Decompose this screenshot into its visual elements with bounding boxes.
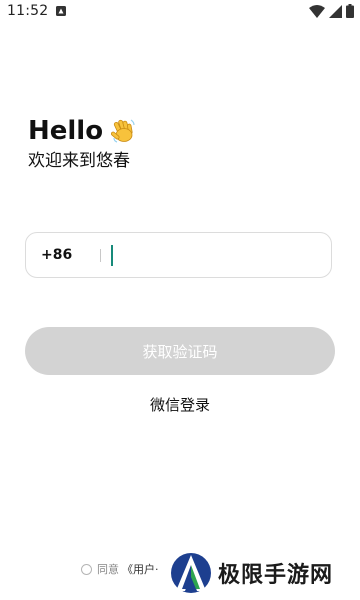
phone-input-box[interactable]: +86 [25,232,332,278]
country-code[interactable]: +86 [41,247,72,263]
wifi-icon [309,4,325,18]
get-code-button[interactable]: 获取验证码 [25,327,335,375]
signal-icon [329,4,342,18]
notification-icon [56,6,66,16]
hello-title: Hello [28,116,104,146]
agreement-row: 同意 《用户· [81,561,159,577]
user-agreement-link[interactable]: 《用户· [122,561,159,577]
greeting-block: Hello 欢迎来到悠春 [28,115,137,173]
country-code-divider [100,249,101,262]
agree-prefix: 同意 [97,563,119,576]
phone-number-input[interactable] [108,241,322,269]
watermark-logo-icon [171,553,211,593]
status-icons [309,4,354,18]
login-screen: 11:52 Hello 欢迎来到悠春 +86 获取验证码 微信登录 同意 《用户… [0,0,360,600]
battery-icon [346,4,354,18]
status-bar: 11:52 [0,0,360,24]
hello-row: Hello [28,115,137,147]
waving-hand-icon [111,119,135,143]
watermark: 极限手游网 [170,551,333,595]
agree-radio[interactable] [81,563,92,575]
watermark-text: 极限手游网 [218,562,334,588]
welcome-subtitle: 欢迎来到悠春 [28,151,130,171]
wechat-login-link[interactable]: 微信登录 [0,394,360,416]
status-time: 11:52 [7,3,49,19]
text-cursor [111,245,113,266]
